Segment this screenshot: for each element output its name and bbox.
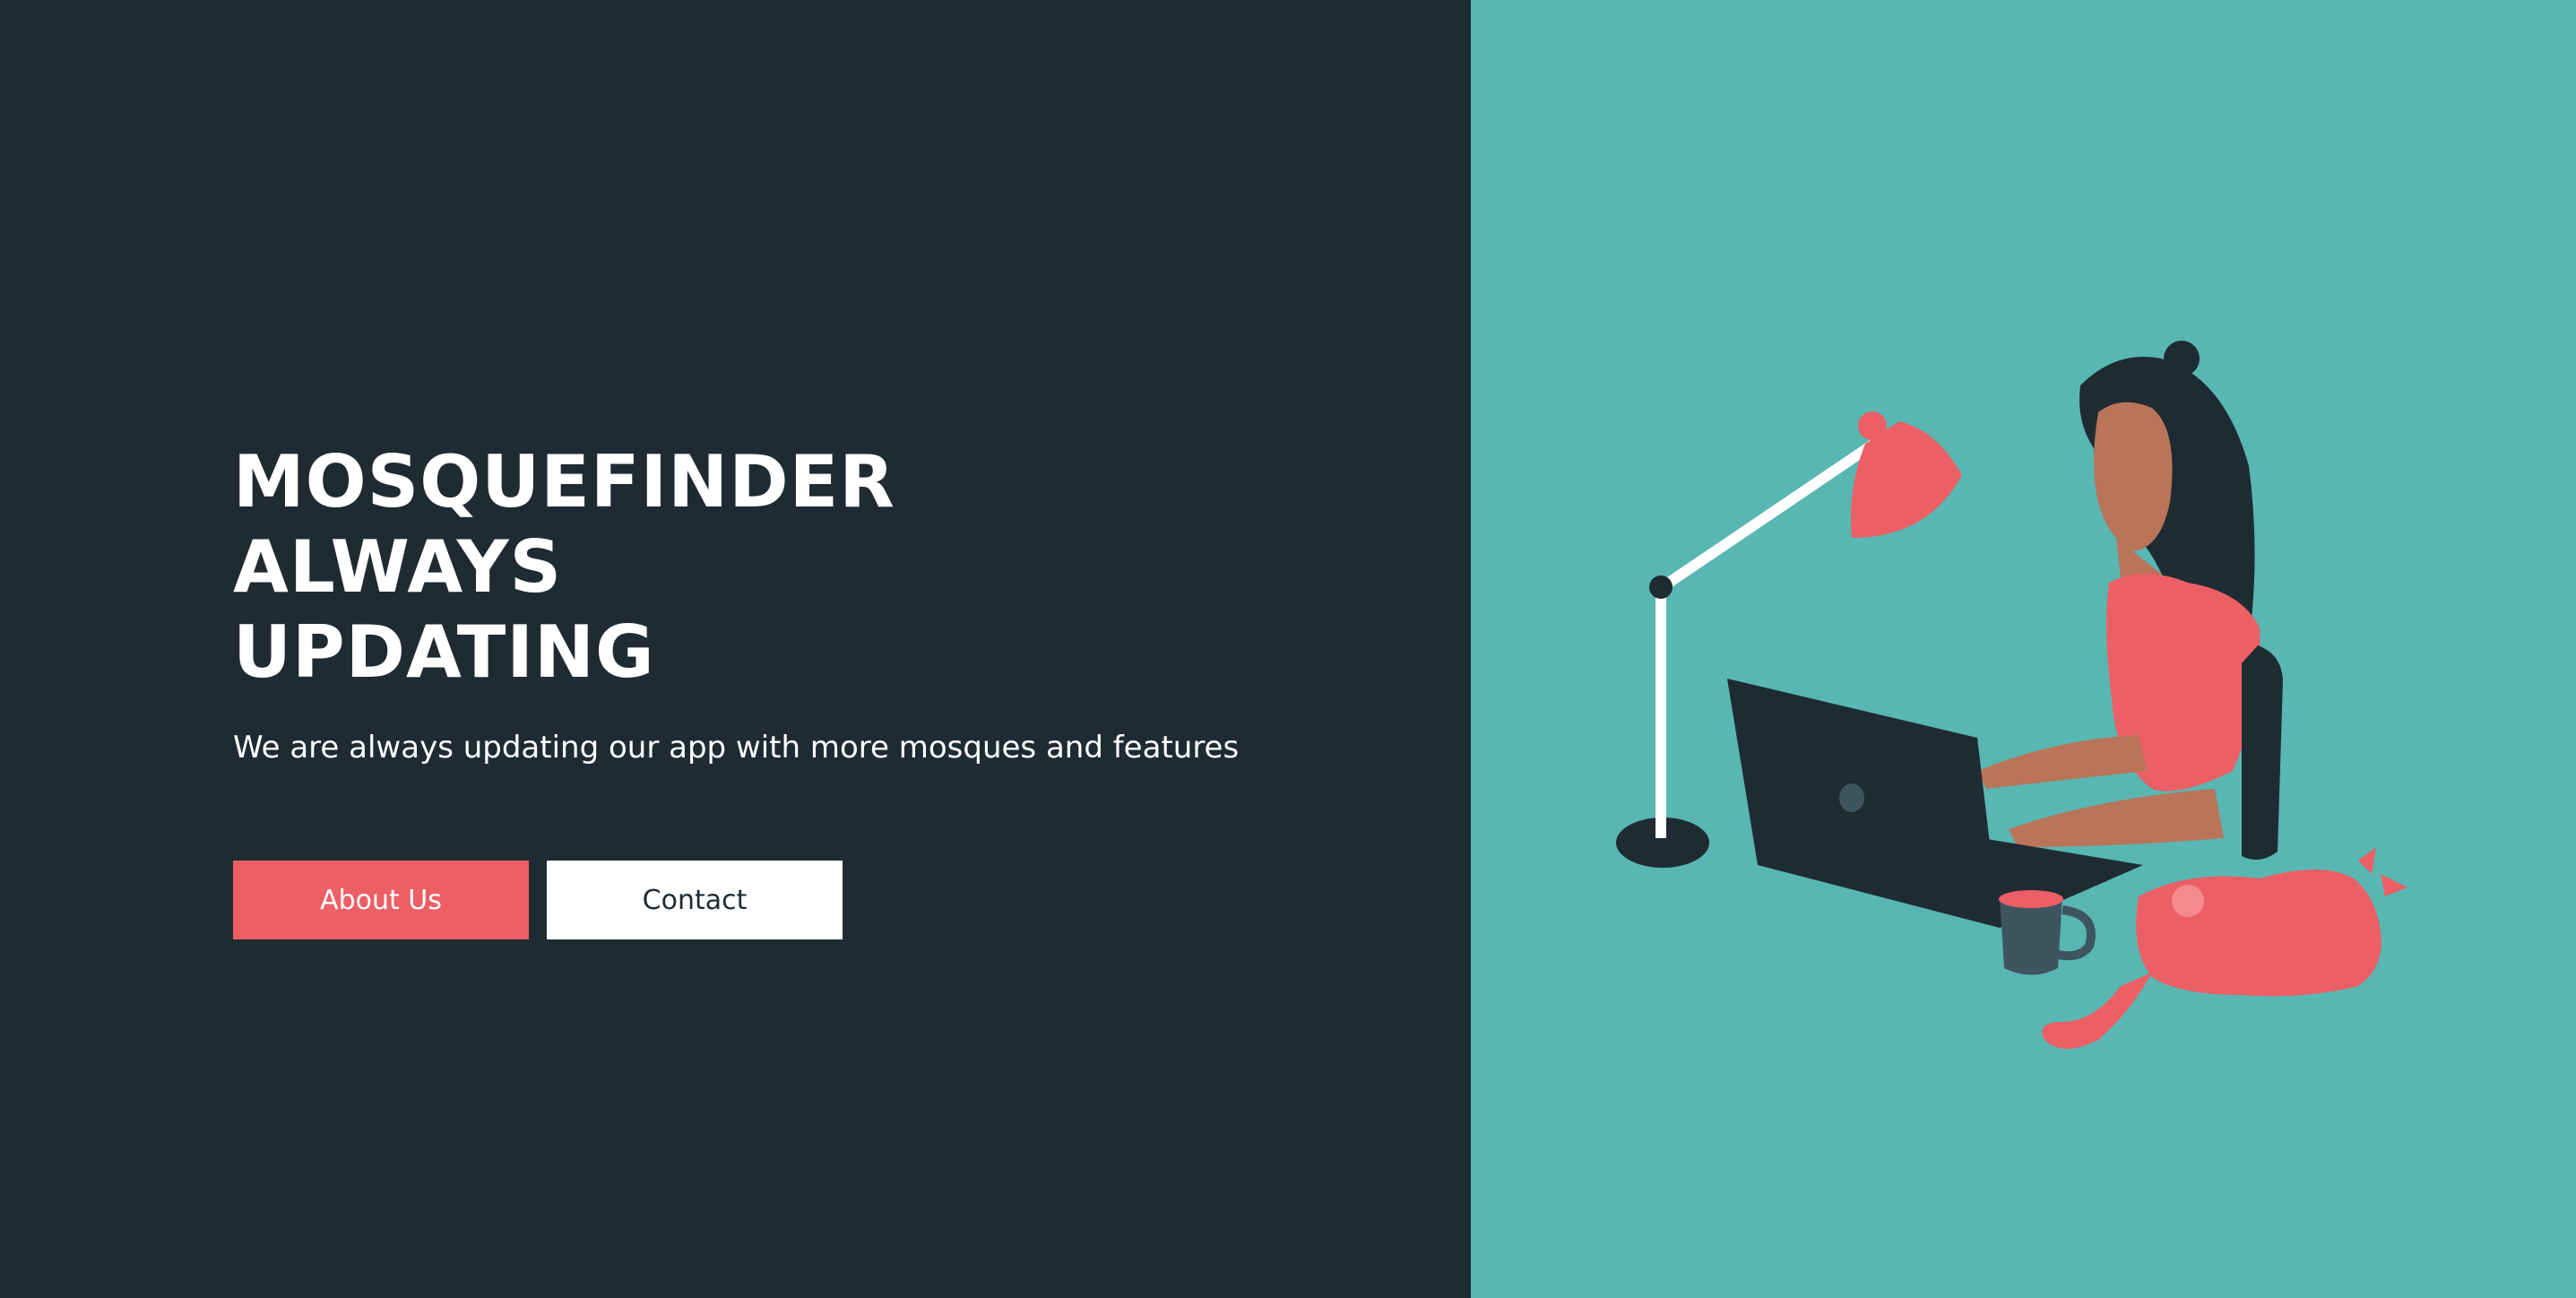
about-us-button[interactable]: About Us <box>233 861 529 939</box>
hero-title-line-2: ALWAYS <box>233 525 563 609</box>
hero-section: MOSQUEFINDER ALWAYS UPDATING We are alwa… <box>0 0 2576 1298</box>
mug-icon <box>2000 896 2062 975</box>
contact-button[interactable]: Contact <box>547 861 843 939</box>
hero-title-line-1: MOSQUEFINDER <box>233 440 895 524</box>
laptop-icon <box>1727 679 2000 928</box>
woman-working-on-laptop-illustration <box>1616 341 2407 1049</box>
hair-bun-icon <box>2164 341 2200 376</box>
hero-text-panel: MOSQUEFINDER ALWAYS UPDATING We are alwa… <box>0 0 1471 1298</box>
lamp-joint-icon <box>1649 575 1673 599</box>
hero-title-line-3: UPDATING <box>233 610 655 694</box>
hero-illustration-panel <box>1471 0 2576 1298</box>
lamp-pole-icon <box>1655 587 1666 838</box>
hero-title: MOSQUEFINDER ALWAYS UPDATING <box>233 439 895 695</box>
woman-face-icon <box>2094 402 2173 551</box>
cat-icon <box>2136 870 2382 997</box>
woman-arm-icon <box>1977 735 2148 789</box>
chair-icon <box>2242 645 2283 860</box>
hero-subtitle: We are always updating our app with more… <box>233 730 1240 766</box>
lamp-arm-icon <box>1657 439 1878 593</box>
